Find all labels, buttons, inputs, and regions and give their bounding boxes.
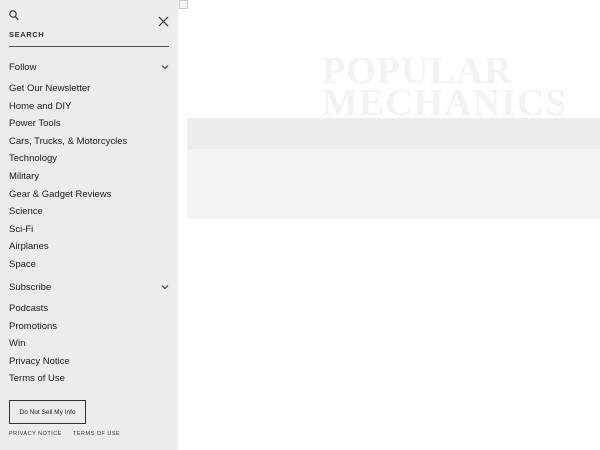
sidebar-menu: SEARCH Follow Get Our Newsletter Home an… bbox=[0, 0, 178, 450]
subscribe-list: Podcasts Promotions Win Privacy Notice T… bbox=[9, 300, 70, 388]
nav-item-space[interactable]: Space bbox=[9, 256, 127, 274]
nav-item-gear-gadget-reviews[interactable]: Gear & Gadget Reviews bbox=[9, 186, 127, 204]
logo-line-2: MECHANICS bbox=[322, 82, 568, 119]
banner-placeholder bbox=[187, 149, 600, 219]
nav-item-cars-trucks-motorcycles[interactable]: Cars, Trucks, & Motorcycles bbox=[9, 133, 127, 151]
nav-item-privacy-notice[interactable]: Privacy Notice bbox=[9, 353, 70, 371]
nav-item-sci-fi[interactable]: Sci-Fi bbox=[9, 221, 127, 239]
chevron-down-icon[interactable] bbox=[161, 284, 169, 290]
follow-section-label: Follow bbox=[9, 61, 37, 73]
nav-item-promotions[interactable]: Promotions bbox=[9, 318, 70, 336]
follow-section-toggle[interactable]: Follow bbox=[9, 60, 169, 74]
close-icon[interactable] bbox=[158, 16, 169, 27]
search-icon[interactable] bbox=[9, 10, 19, 21]
nav-item-newsletter[interactable]: Get Our Newsletter bbox=[9, 80, 127, 98]
do-not-sell-button[interactable]: Do Not Sell My Info bbox=[9, 400, 86, 424]
site-logo: POPULAR MECHANICS bbox=[322, 55, 592, 119]
subscribe-section-label: Subscribe bbox=[9, 281, 52, 293]
nav-item-terms-of-use[interactable]: Terms of Use bbox=[9, 370, 70, 388]
search-field[interactable]: SEARCH bbox=[9, 10, 169, 48]
nav-item-science[interactable]: Science bbox=[9, 203, 127, 221]
chevron-down-icon[interactable] bbox=[161, 64, 169, 70]
collapse-handle[interactable] bbox=[179, 0, 188, 9]
follow-list: Get Our Newsletter Home and DIY Power To… bbox=[9, 80, 127, 274]
footer-links: PRIVACY NOTICE TERMS OF USE bbox=[9, 431, 120, 437]
search-underline bbox=[9, 46, 169, 47]
nav-item-technology[interactable]: Technology bbox=[9, 150, 127, 168]
footer-privacy-link[interactable]: PRIVACY NOTICE bbox=[9, 431, 62, 437]
nav-item-airplanes[interactable]: Airplanes bbox=[9, 238, 127, 256]
nav-band-placeholder bbox=[187, 118, 600, 149]
nav-item-military[interactable]: Military bbox=[9, 168, 127, 186]
nav-item-podcasts[interactable]: Podcasts bbox=[9, 300, 70, 318]
footer-terms-link[interactable]: TERMS OF USE bbox=[73, 431, 120, 437]
nav-item-home-and-diy[interactable]: Home and DIY bbox=[9, 98, 127, 116]
nav-item-win[interactable]: Win bbox=[9, 335, 70, 353]
search-label: SEARCH bbox=[9, 30, 45, 39]
nav-item-power-tools[interactable]: Power Tools bbox=[9, 115, 127, 133]
subscribe-section-toggle[interactable]: Subscribe bbox=[9, 280, 169, 294]
